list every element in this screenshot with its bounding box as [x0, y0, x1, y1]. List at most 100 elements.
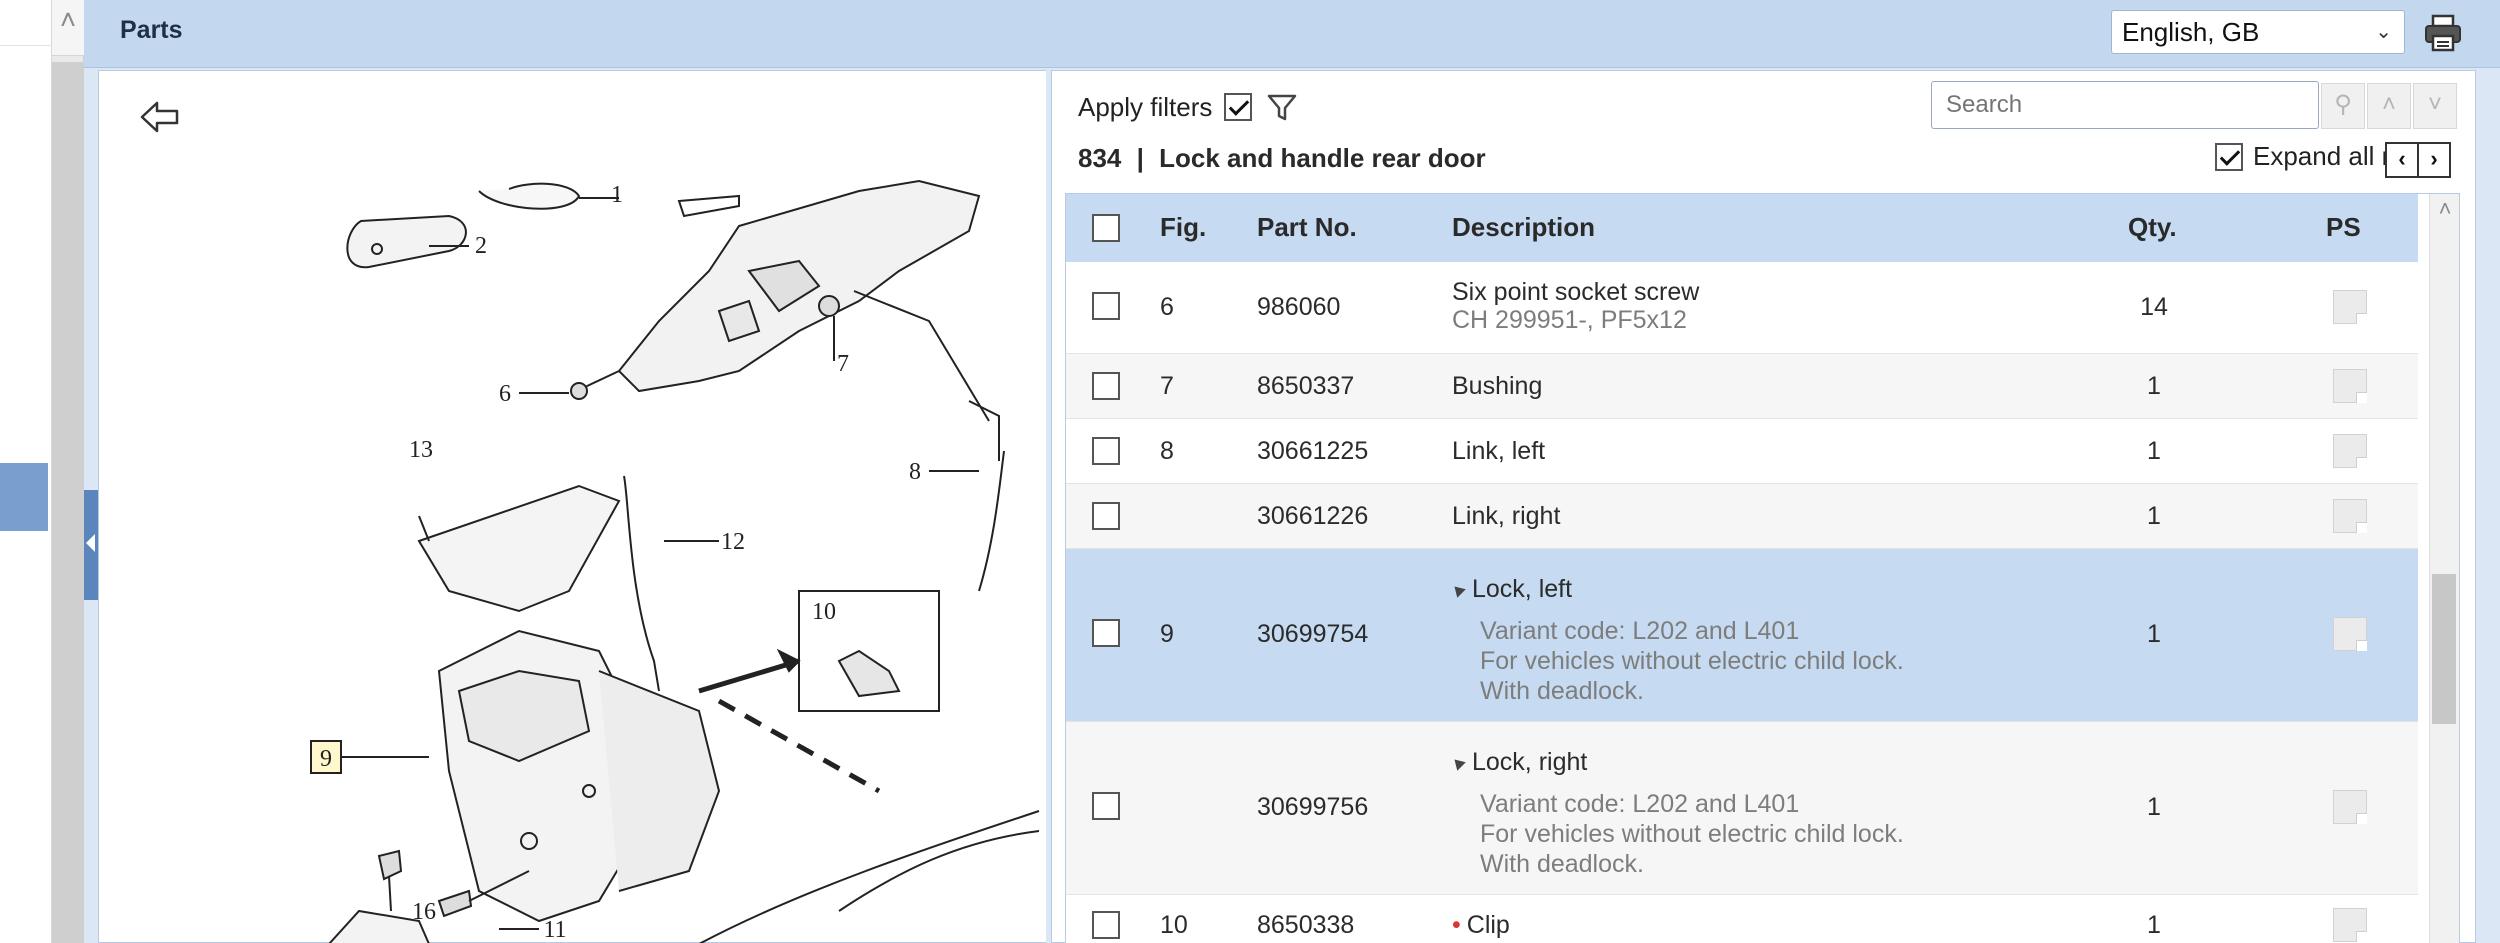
- scroll-up-icon[interactable]: ˄: [52, 0, 84, 56]
- row-qty: 1: [2147, 620, 2161, 648]
- row-description-wrap: Lock, right: [1450, 748, 1588, 777]
- callout-1: 1: [611, 182, 623, 208]
- table-row[interactable]: 30661226 Link, right 1: [1066, 484, 2418, 549]
- filter-icon[interactable]: [1266, 91, 1298, 123]
- row-note: Variant code: L202 and L401: [1480, 617, 1800, 645]
- note-icon[interactable]: [2333, 369, 2367, 403]
- collapse-triangle-icon[interactable]: [1450, 582, 1466, 599]
- table-row[interactable]: 30699756 Lock, right Variant code: L202 …: [1066, 722, 2418, 895]
- illustration-panel: 1 2 6 7 8 13 12 10 16 11 9: [98, 70, 1058, 943]
- parts-window: Parts English, GB ⌄ 1 2 6 7 8 13 12 10 1…: [84, 0, 2500, 943]
- row-note: For vehicles without electric child lock…: [1480, 820, 1904, 848]
- group-number: 834: [1078, 143, 1122, 173]
- apply-filters-checkbox[interactable]: [1224, 93, 1253, 121]
- row-qty: 1: [2147, 372, 2161, 400]
- callout-7: 7: [837, 351, 849, 377]
- callout-6: 6: [499, 381, 511, 407]
- prev-result-icon[interactable]: ˄: [2367, 83, 2411, 129]
- row-checkbox[interactable]: [1092, 437, 1120, 465]
- row-checkbox[interactable]: [1092, 372, 1120, 400]
- next-group-icon[interactable]: ›: [2417, 142, 2451, 178]
- row-checkbox[interactable]: [1092, 911, 1120, 939]
- table-row[interactable]: 8 30661225 Link, left 1: [1066, 419, 2418, 484]
- prev-group-icon[interactable]: ‹: [2385, 142, 2419, 178]
- table-scroll-thumb[interactable]: [2432, 574, 2456, 724]
- callout-2: 2: [475, 233, 487, 259]
- row-note: Variant code: L202 and L401: [1480, 790, 1800, 818]
- parts-illustration: 1 2 6 7 8 13 12 10 16 11 9: [310, 179, 1040, 943]
- note-icon[interactable]: [2333, 290, 2367, 324]
- row-checkbox[interactable]: [1092, 619, 1120, 647]
- callout-11: 11: [543, 917, 566, 943]
- language-select[interactable]: English, GB ⌄: [2111, 10, 2405, 54]
- group-name: Lock and handle rear door: [1159, 143, 1486, 173]
- heading-separator: |: [1136, 143, 1144, 173]
- note-icon[interactable]: [2333, 617, 2367, 651]
- search-input[interactable]: [1931, 81, 2319, 129]
- title-bar: Parts English, GB ⌄: [84, 0, 2500, 68]
- callout-10: 10: [812, 599, 836, 625]
- note-icon[interactable]: [2333, 434, 2367, 468]
- row-description: Bushing: [1452, 372, 1543, 400]
- row-qty: 1: [2147, 793, 2161, 821]
- row-description: Link, left: [1452, 437, 1546, 465]
- next-result-icon[interactable]: ˅: [2413, 83, 2457, 129]
- row-qty: 14: [2140, 293, 2168, 321]
- collapse-triangle-icon[interactable]: [1450, 755, 1466, 772]
- row-note: CH 299951-, PF5x12: [1452, 306, 1687, 334]
- row-description-wrap: Lock, left: [1450, 575, 1572, 604]
- table-scrollbar[interactable]: ˄: [2429, 194, 2459, 943]
- row-qty: 1: [2147, 911, 2161, 939]
- row-description: Lock, right: [1472, 748, 1588, 776]
- callout-13: 13: [409, 437, 433, 463]
- row-fig: 8: [1160, 437, 1174, 465]
- row-checkbox[interactable]: [1092, 792, 1120, 820]
- row-checkbox[interactable]: [1092, 292, 1120, 320]
- scroll-up-icon[interactable]: ˄: [2430, 194, 2459, 228]
- select-all-checkbox[interactable]: [1092, 214, 1120, 242]
- header-part-no[interactable]: Part No.: [1257, 212, 1357, 243]
- table-row[interactable]: 6 986060 Six point socket screw CH 29995…: [1066, 262, 2418, 354]
- chevron-down-icon: ⌄: [2375, 21, 2392, 43]
- callout-8: 8: [909, 459, 921, 485]
- row-part-no: 8650338: [1257, 911, 1355, 939]
- group-heading: 834 | Lock and handle rear door: [1078, 143, 1486, 174]
- row-part-no: 8650337: [1257, 372, 1355, 400]
- header-description[interactable]: Description: [1452, 212, 1595, 243]
- row-bullet: •: [1452, 911, 1461, 939]
- expand-notes-checkbox[interactable]: [2215, 142, 2243, 171]
- callout-16: 16: [412, 899, 436, 925]
- outer-scrollbar[interactable]: ˄: [52, 0, 84, 943]
- row-fig: 9: [1160, 620, 1174, 648]
- row-checkbox[interactable]: [1092, 502, 1120, 530]
- row-part-no: 986060: [1257, 293, 1341, 321]
- outer-scroll-thumb[interactable]: [52, 62, 84, 943]
- left-panel-splitter[interactable]: [84, 490, 98, 600]
- row-note: With deadlock.: [1480, 677, 1644, 705]
- header-qty[interactable]: Qty.: [2128, 212, 2177, 243]
- row-part-no: 30661226: [1257, 502, 1369, 530]
- row-fig: 7: [1160, 372, 1174, 400]
- group-nav-buttons: ‹ ›: [2385, 142, 2451, 178]
- header-ps[interactable]: PS: [2326, 212, 2361, 243]
- outer-list-selected-item[interactable]: [0, 463, 48, 531]
- note-icon[interactable]: [2333, 908, 2367, 942]
- row-qty: 1: [2147, 437, 2161, 465]
- parts-panel: Apply filters ⚲ ˄ ˅ 834 | Lock and handl…: [1051, 70, 2476, 943]
- note-icon[interactable]: [2333, 499, 2367, 533]
- row-description-wrap: • Clip: [1452, 911, 1510, 940]
- note-icon[interactable]: [2333, 790, 2367, 824]
- collapse-left-icon: [86, 534, 95, 552]
- window-title: Parts: [120, 16, 183, 44]
- table-row[interactable]: 10 8650338 • Clip 1: [1066, 895, 2418, 943]
- language-selected: English, GB: [2122, 17, 2260, 47]
- header-fig[interactable]: Fig.: [1160, 212, 1206, 243]
- table-row[interactable]: 7 8650337 Bushing 1: [1066, 354, 2418, 419]
- printer-icon[interactable]: [2422, 12, 2464, 54]
- search-icon[interactable]: ⚲: [2321, 83, 2365, 129]
- callout-9: 9: [320, 746, 332, 772]
- row-qty: 1: [2147, 502, 2161, 530]
- table-row-selected[interactable]: 9 30699754 Lock, left Variant code: L202…: [1066, 549, 2418, 722]
- row-description: Link, right: [1452, 502, 1561, 530]
- callout-9-highlight[interactable]: 9: [310, 740, 342, 774]
